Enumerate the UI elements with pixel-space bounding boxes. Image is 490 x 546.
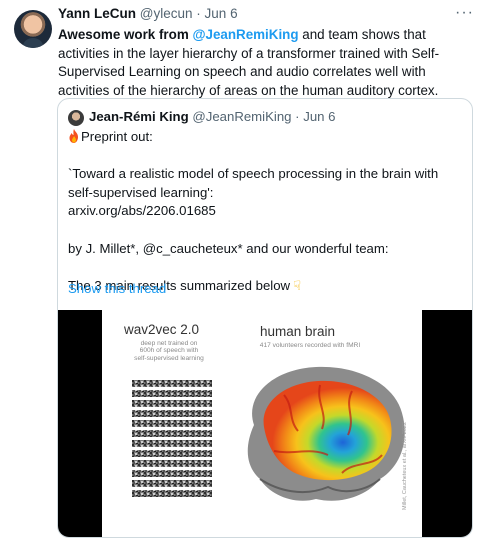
more-horizontal-icon[interactable]: ··· [455, 4, 474, 22]
figure-left-subtitle: deep net trained on 600h of speech with … [120, 340, 218, 362]
tweet-text: Awesome work from @JeanRemiKing and team… [58, 26, 476, 100]
media-image[interactable]: wav2vec 2.0 deep net trained on 600h of … [58, 310, 472, 537]
layer-1 [132, 380, 212, 387]
author-name[interactable]: Yann LeCun [58, 6, 136, 21]
author-handle[interactable]: @ylecun [140, 6, 193, 21]
quoted-header-separator: · [295, 109, 300, 124]
header-separator: · [196, 6, 201, 21]
author-avatar[interactable] [14, 10, 52, 48]
brain-graphic [247, 366, 405, 501]
layer-12 [132, 490, 212, 497]
quoted-author-name[interactable]: Jean-Rémi King [89, 109, 189, 124]
quoted-tweet[interactable]: Jean-Rémi King @JeanRemiKing · Jun 6 Pre… [57, 98, 473, 538]
quoted-author-avatar[interactable] [68, 110, 84, 126]
show-thread-link[interactable]: Show this thread [68, 281, 166, 296]
quoted-tweet-text: Preprint out: `Toward a realistic model … [68, 128, 466, 295]
figure-panel: wav2vec 2.0 deep net trained on 600h of … [102, 310, 422, 537]
tweet-date[interactable]: Jun 6 [205, 6, 238, 21]
arxiv-link[interactable]: arxiv.org/abs/2206.01685 [68, 202, 466, 221]
layer-7 [132, 440, 212, 447]
quoted-tweet-date[interactable]: Jun 6 [303, 109, 335, 124]
figure-left-subtitle-3: self-supervised learning [134, 354, 204, 362]
layer-2 [132, 390, 212, 397]
authors-line: by J. Millet*, @c_caucheteux* and our wo… [68, 240, 389, 256]
figure-left-title: wav2vec 2.0 [124, 322, 200, 337]
mention-link[interactable]: @JeanRemiKing [192, 27, 298, 42]
figure-right-title: human brain [260, 324, 336, 339]
tweet-header: Yann LeCun @ylecun · Jun 6 [58, 6, 238, 21]
figure-right-subtitle: 417 volunteers recorded with fMRI [259, 342, 361, 349]
layer-5 [132, 420, 212, 427]
layer-11 [132, 480, 212, 487]
quoted-tweet-header: Jean-Rémi King @JeanRemiKing · Jun 6 [89, 109, 336, 124]
tweet-text-lead: Awesome work from [58, 27, 193, 42]
network-layers-graphic [132, 380, 212, 497]
figure-left-subtitle-2: 600h of speech with [139, 347, 199, 355]
layer-9 [132, 460, 212, 467]
layer-4 [132, 410, 212, 417]
figure-left-subtitle-1: deep net trained on [140, 340, 198, 347]
quoted-author-handle[interactable]: @JeanRemiKing [192, 109, 291, 124]
tweet: Yann LeCun @ylecun · Jun 6 ··· Awesome w… [0, 0, 490, 546]
pointing-down-icon: ☟ [293, 277, 301, 293]
paper-title-line: `Toward a realistic model of speech proc… [68, 166, 439, 200]
fire-icon [69, 129, 78, 143]
preprint-text: Preprint out: [81, 129, 153, 144]
layer-3 [132, 400, 212, 407]
layer-10 [132, 470, 212, 477]
layer-6 [132, 430, 212, 437]
layer-8 [132, 450, 212, 457]
preprint-line: Preprint out: [68, 128, 466, 147]
figure-credit: Millet, Caucheteux et al., arXiv 2022 [402, 421, 408, 510]
